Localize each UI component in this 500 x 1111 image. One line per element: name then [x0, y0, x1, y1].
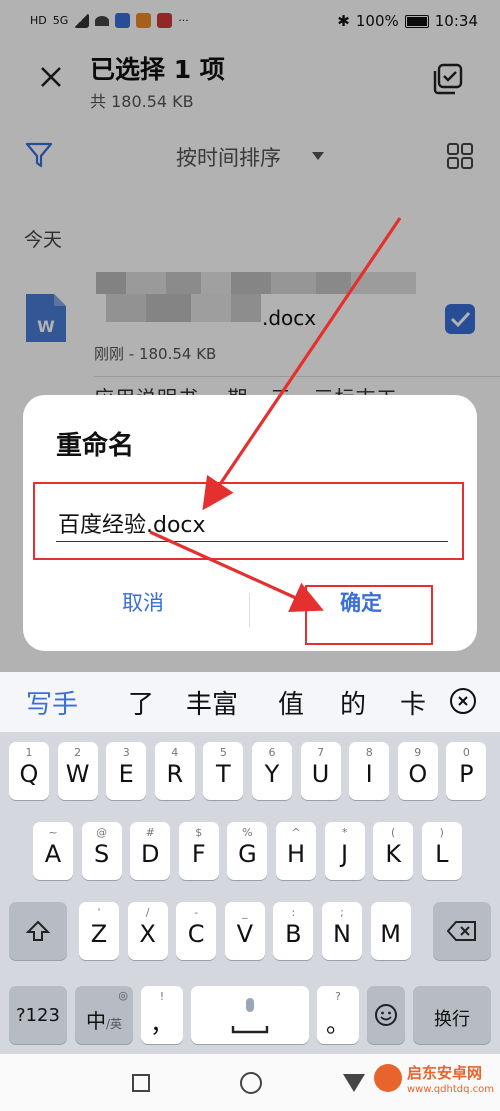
key-u[interactable]: 7U	[300, 742, 341, 800]
space-key[interactable]	[191, 986, 309, 1044]
back-triangle-icon[interactable]	[343, 1074, 365, 1092]
key-y[interactable]: 6Y	[252, 742, 292, 800]
globe-icon: ◎	[118, 989, 128, 1002]
handwriting-mode-button[interactable]: 写手	[26, 684, 78, 721]
candidate-word[interactable]: 了	[128, 684, 154, 721]
annotation-arrows	[149, 217, 402, 613]
candidate-word[interactable]: 丰富	[186, 684, 238, 721]
microphone-icon	[231, 998, 269, 1034]
watermark: 启东安卓网 www.qdhtdq.com	[374, 1062, 496, 1106]
key-c[interactable]: -C	[176, 902, 217, 960]
backspace-key[interactable]	[433, 902, 491, 960]
key-g[interactable]: % G	[227, 822, 268, 880]
key-k[interactable]: (K	[373, 822, 414, 880]
comma-key[interactable]: ! ，	[141, 986, 183, 1044]
key-d[interactable]: # D	[130, 822, 171, 880]
key-s[interactable]: @ S	[81, 822, 122, 880]
key-a[interactable]: ~ A	[33, 822, 73, 880]
shift-key[interactable]	[9, 902, 67, 960]
key-o[interactable]: 9O	[397, 742, 438, 800]
key-z[interactable]: ' Z	[79, 902, 119, 960]
period-key[interactable]: ? 。	[317, 986, 359, 1044]
key-e[interactable]: 3E	[106, 742, 147, 800]
ime-candidate-bar: 写手 了 丰富 值 的 卡	[0, 672, 500, 732]
key-t[interactable]: 5T	[203, 742, 244, 800]
backspace-icon	[447, 921, 476, 941]
candidate-word[interactable]: 的	[340, 684, 366, 721]
key-w[interactable]: 2W	[57, 742, 98, 800]
key-h[interactable]: ^ H	[276, 822, 316, 880]
numbers-key[interactable]: ?123	[9, 986, 67, 1044]
enter-key[interactable]: 换行	[413, 986, 491, 1044]
key-q[interactable]: 1Q	[9, 742, 49, 800]
key-f[interactable]: $ F	[178, 822, 219, 880]
language-switch-key[interactable]: 中/英 ◎	[75, 986, 133, 1044]
candidate-word[interactable]: 卡	[400, 684, 426, 721]
key-b[interactable]: :B	[273, 902, 314, 960]
key-l[interactable]: ) L	[421, 822, 462, 880]
watermark-logo-icon	[374, 1064, 402, 1092]
emoji-icon	[375, 1004, 397, 1026]
shift-icon	[26, 920, 50, 941]
recents-square-icon[interactable]	[132, 1074, 150, 1092]
emoji-key[interactable]	[367, 986, 405, 1044]
key-p[interactable]: 0P	[446, 742, 487, 800]
key-j[interactable]: * J	[324, 822, 365, 880]
home-circle-icon[interactable]	[240, 1072, 262, 1094]
candidate-word[interactable]: 值	[278, 684, 304, 721]
key-v[interactable]: _ V	[224, 902, 265, 960]
key-n[interactable]: ; N	[322, 902, 362, 960]
key-m[interactable]: M	[370, 902, 411, 960]
close-candidates-icon[interactable]	[450, 688, 476, 714]
key-i[interactable]: 8I	[349, 742, 390, 800]
key-x[interactable]: / X	[127, 902, 168, 960]
soft-keyboard: 1Q2W3E4R5T6Y7U8I9O0P ~ A @ S # D $ F% G ^ H * J(K) L …	[0, 732, 500, 1054]
key-r[interactable]: 4R	[154, 742, 195, 800]
